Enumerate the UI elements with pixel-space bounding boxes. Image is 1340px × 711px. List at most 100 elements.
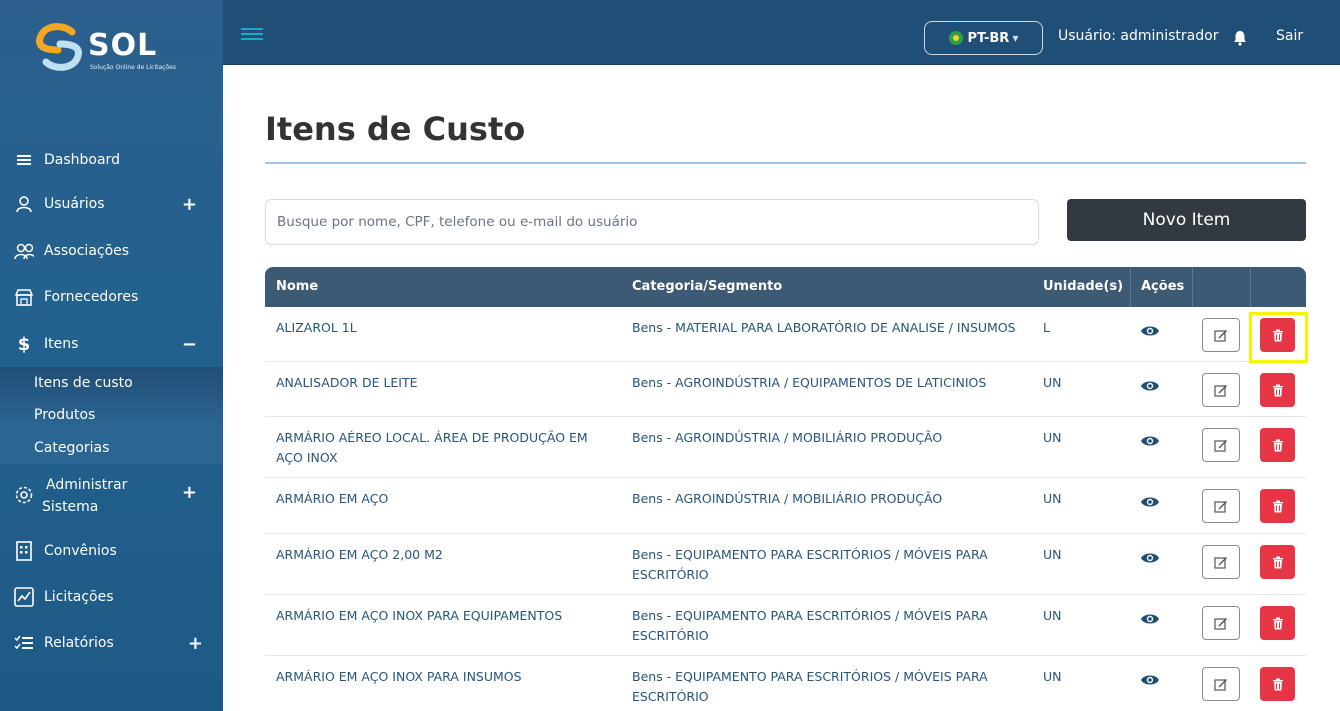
expand-icon[interactable]: +: [182, 194, 197, 215]
user-icon: [14, 194, 34, 214]
sidebar-item-label: Dashboard: [44, 152, 120, 168]
delete-button[interactable]: [1260, 428, 1295, 462]
table-row: ARMÁRIO EM AÇO 2,00 M2 Bens - EQUIPAMENTO…: [265, 534, 1306, 595]
sidebar-subitem-categorias[interactable]: Categorias: [34, 440, 109, 456]
column-header-units: Unidade(s): [1043, 279, 1124, 294]
item-unit: UN: [1043, 491, 1062, 506]
edit-button[interactable]: [1202, 545, 1240, 579]
cell-category: Bens - MATERIAL PARA LABORATÓRIO DE ANAL…: [632, 318, 1032, 338]
edit-icon: [1214, 330, 1227, 342]
table-row: ARMÁRIO AÉREO LOCAL. ÁREA DE PRODUÇÃO EM…: [265, 417, 1306, 478]
sidebar-item-associacoes[interactable]: Associações: [0, 240, 223, 262]
delete-button[interactable]: [1260, 667, 1295, 701]
view-eye-icon[interactable]: [1140, 324, 1160, 338]
sidebar-subitem-produtos[interactable]: Produtos: [34, 407, 95, 423]
item-category-line2: ESCRITÓRIO: [632, 689, 709, 704]
item-unit: UN: [1043, 547, 1062, 562]
item-name: ALIZAROL 1L: [276, 320, 357, 335]
item-unit: UN: [1043, 669, 1062, 684]
view-eye-icon[interactable]: [1140, 551, 1160, 565]
expand-icon[interactable]: +: [188, 633, 203, 654]
item-name-line2: AÇO INOX: [276, 450, 338, 465]
list-icon: [14, 633, 34, 653]
view-eye-icon[interactable]: [1140, 495, 1160, 509]
delete-button[interactable]: [1260, 545, 1295, 579]
users-icon: [14, 241, 34, 261]
edit-button[interactable]: [1202, 667, 1240, 701]
item-unit: L: [1043, 320, 1050, 335]
sidebar-item-fornecedores[interactable]: Fornecedores: [0, 286, 223, 308]
sidebar-item-usuarios[interactable]: Usuários +: [0, 193, 223, 215]
item-category: Bens - MATERIAL PARA LABORATÓRIO DE ANAL…: [632, 320, 1016, 335]
expand-icon[interactable]: +: [182, 482, 197, 503]
sidebar-item-convenios[interactable]: Convênios: [0, 540, 223, 562]
delete-button[interactable]: [1260, 606, 1295, 640]
edit-button[interactable]: [1202, 318, 1240, 352]
cell-category: Bens - EQUIPAMENTO PARA ESCRITÓRIOS / MÓ…: [632, 667, 1032, 707]
logout-button[interactable]: Sair: [1276, 28, 1303, 44]
view-eye-icon[interactable]: [1140, 434, 1160, 448]
sidebar-item-label-line2: Sistema: [42, 499, 99, 515]
bell-icon[interactable]: [1232, 30, 1248, 46]
column-separator: [1130, 267, 1131, 307]
hamburger-menu-icon[interactable]: [241, 28, 263, 42]
view-eye-icon[interactable]: [1140, 612, 1160, 626]
column-header-actions: Ações: [1141, 279, 1185, 294]
brand-tagline: Solução Online de Licitações: [90, 64, 176, 71]
sidebar-item-itens[interactable]: $ Itens −: [0, 333, 223, 355]
topbar: PT-BR ▼ Usuário: administrador Sair: [223, 0, 1340, 65]
table-row: ARMÁRIO EM AÇO INOX PARA INSUMOS Bens - E…: [265, 656, 1306, 711]
chart-icon: [14, 587, 34, 607]
sidebar-item-label: Associações: [44, 243, 130, 259]
trash-icon: [1272, 617, 1283, 629]
edit-button[interactable]: [1202, 606, 1240, 640]
item-unit: UN: [1043, 608, 1062, 623]
user-label: Usuário: administrador: [1058, 28, 1219, 44]
cell-category: Bens - EQUIPAMENTO PARA ESCRITÓRIOS / MÓ…: [632, 606, 1032, 646]
column-separator: [1192, 267, 1193, 307]
gear-icon: [14, 485, 34, 505]
edit-button[interactable]: [1202, 428, 1240, 462]
brand-name: SOL: [88, 28, 158, 63]
menu-icon: [14, 150, 34, 170]
sidebar-item-administrar-sistema[interactable]: Administrar Sistema +: [0, 474, 223, 518]
item-name: ARMÁRIO EM AÇO 2,00 M2: [276, 547, 443, 562]
new-item-button[interactable]: Novo Item: [1067, 199, 1306, 241]
brand-logo[interactable]: SOL Solução Online de Licitações: [34, 22, 194, 74]
sidebar-item-label: Licitações: [44, 589, 114, 605]
trash-icon: [1272, 384, 1283, 396]
sidebar-item-relatorios[interactable]: Relatórios +: [0, 632, 223, 654]
sidebar-item-dashboard[interactable]: Dashboard: [0, 150, 223, 170]
sidebar: SOL Solução Online de Licitações Dashboa…: [0, 0, 223, 711]
delete-button[interactable]: [1260, 373, 1295, 407]
trash-icon: [1272, 439, 1283, 451]
item-unit: UN: [1043, 430, 1062, 445]
view-eye-icon[interactable]: [1140, 379, 1160, 393]
collapse-icon[interactable]: −: [182, 334, 197, 355]
table-row: ARMÁRIO EM AÇO Bens - AGROINDÚSTRIA / MOB…: [265, 478, 1306, 534]
language-selector[interactable]: PT-BR ▼: [924, 21, 1043, 55]
sidebar-item-licitacoes[interactable]: Licitações: [0, 586, 223, 608]
delete-button[interactable]: [1260, 489, 1295, 523]
search-input[interactable]: [265, 199, 1039, 245]
view-eye-icon[interactable]: [1140, 673, 1160, 687]
sidebar-item-label: Relatórios: [44, 635, 114, 651]
sidebar-item-label: Convênios: [44, 543, 117, 559]
store-icon: [14, 287, 34, 307]
language-label: PT-BR: [967, 30, 1010, 46]
edit-button[interactable]: [1202, 489, 1240, 523]
cell-name: ANALISADOR DE LEITE: [276, 373, 616, 393]
delete-button[interactable]: [1260, 318, 1295, 352]
chevron-down-icon: ▼: [1012, 33, 1019, 43]
cell-name: ARMÁRIO EM AÇO INOX PARA INSUMOS: [276, 667, 616, 687]
sidebar-item-label: Usuários: [44, 196, 105, 212]
item-category: Bens - EQUIPAMENTO PARA ESCRITÓRIOS / MÓ…: [632, 547, 988, 562]
column-separator: [1250, 267, 1251, 307]
sidebar-subitem-itens-de-custo[interactable]: Itens de custo: [34, 375, 133, 391]
edit-button[interactable]: [1202, 373, 1240, 407]
item-name: ANALISADOR DE LEITE: [276, 375, 418, 390]
trash-icon: [1272, 329, 1283, 341]
item-unit: UN: [1043, 375, 1062, 390]
cell-category: Bens - EQUIPAMENTO PARA ESCRITÓRIOS / MÓ…: [632, 545, 1032, 585]
item-category: Bens - AGROINDÚSTRIA / MOBILIÁRIO PRODUÇ…: [632, 491, 943, 506]
